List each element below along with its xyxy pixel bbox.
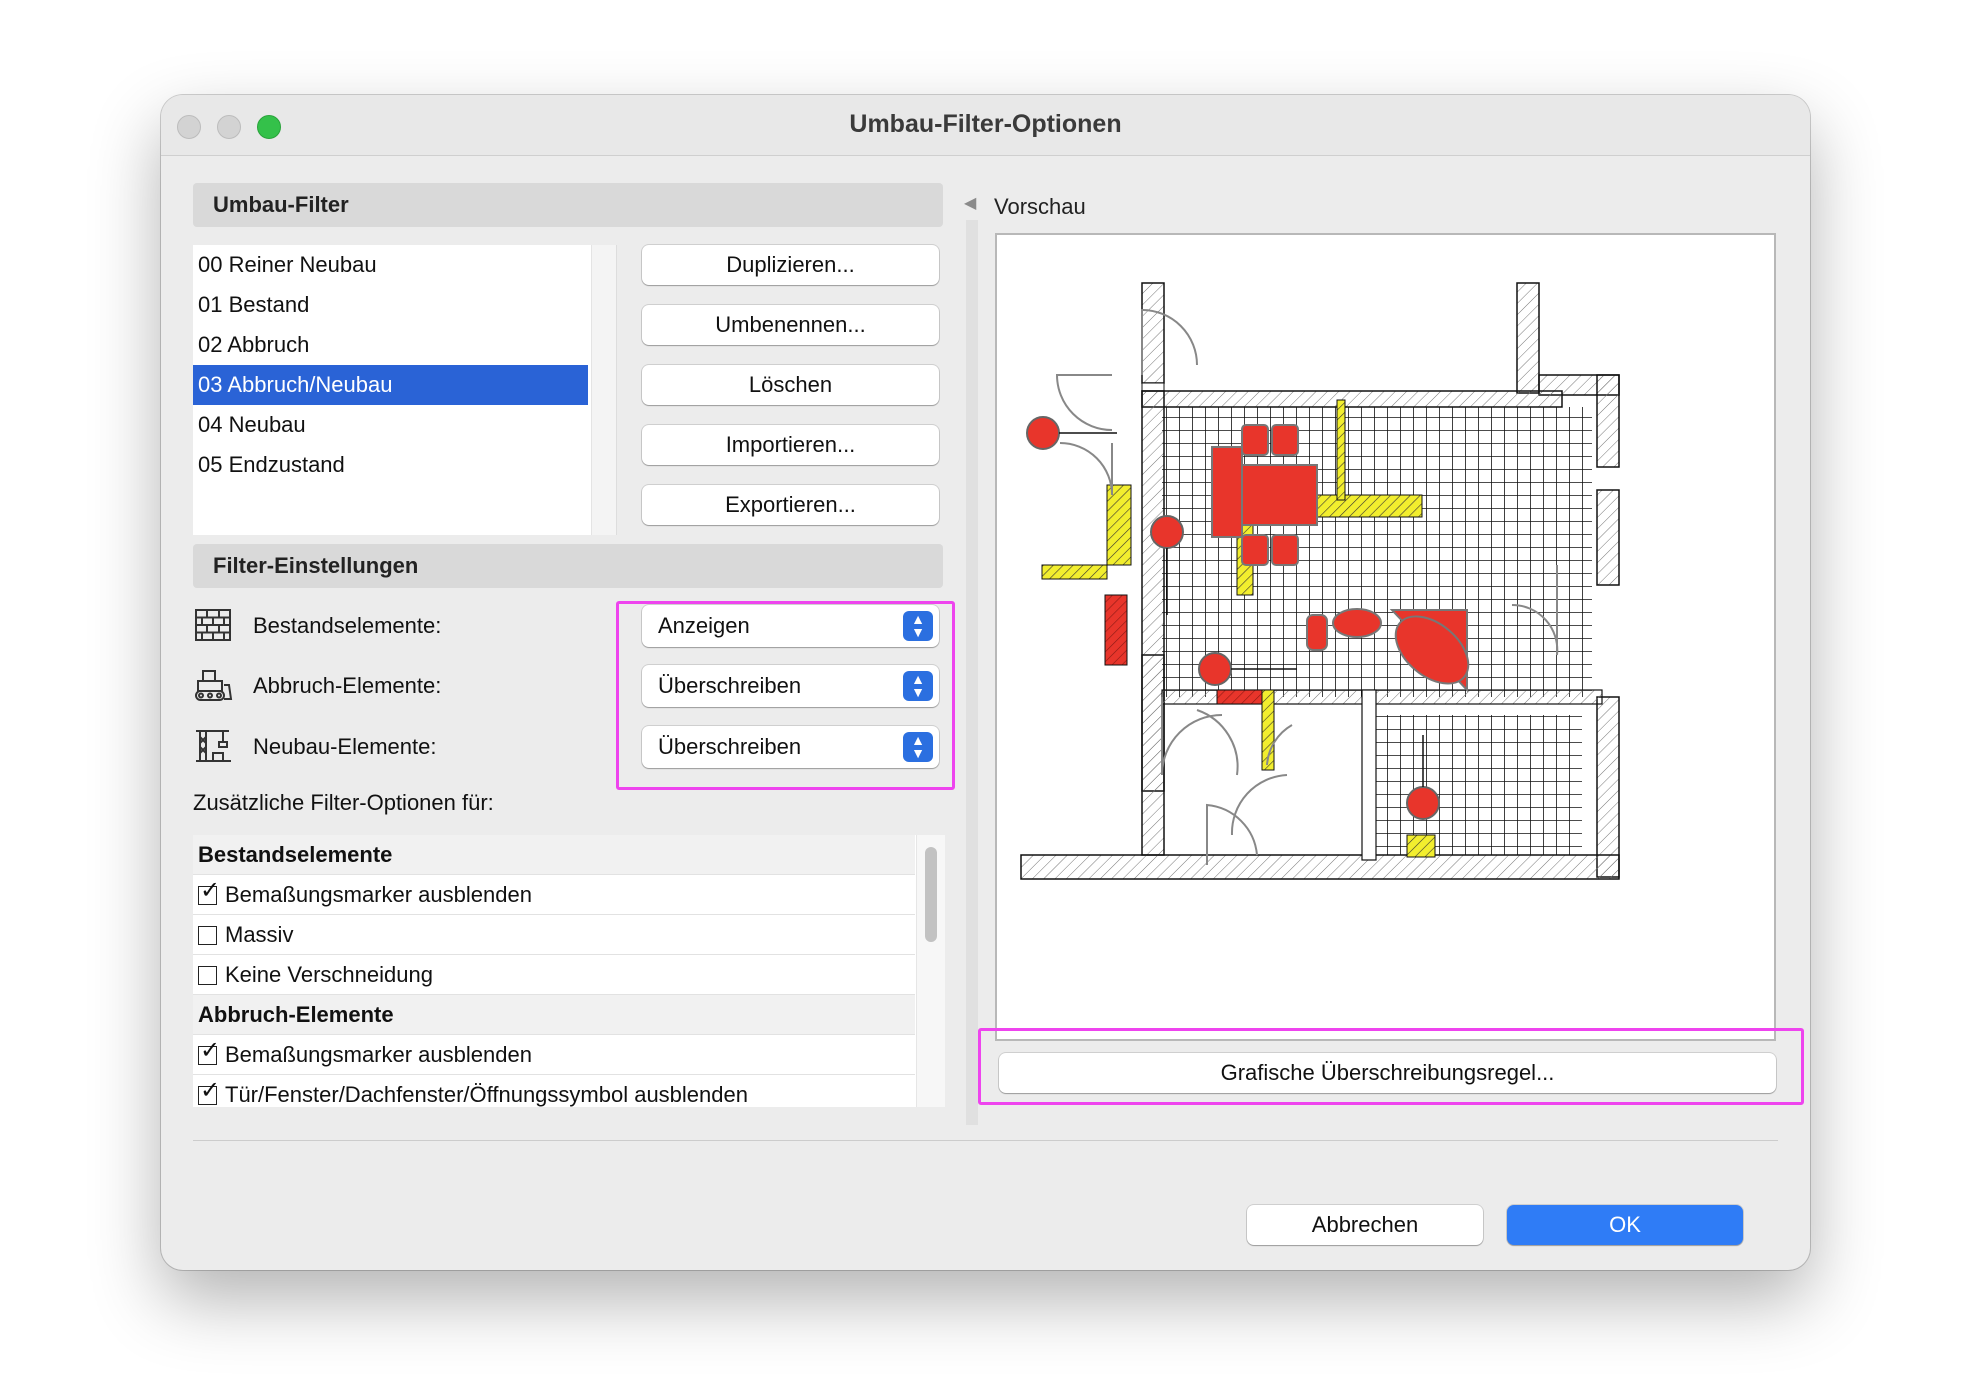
- bestandselemente-label: Bestandselemente:: [253, 613, 442, 638]
- checkbox-checked[interactable]: ✓: [198, 1037, 220, 1065]
- preview-label: Vorschau: [994, 194, 1086, 219]
- option-bestand-keine-verschneidung[interactable]: Keine Verschneidung: [193, 955, 915, 995]
- selects-highlight-frame: [616, 601, 955, 790]
- list-scrollbar[interactable]: [591, 245, 616, 535]
- duplicate-button[interactable]: Duplizieren...: [642, 245, 939, 285]
- list-item[interactable]: 00 Reiner Neubau: [193, 245, 588, 285]
- collapse-triangle-icon[interactable]: ◀: [964, 193, 976, 213]
- option-abbruch-oeffnungssymbol[interactable]: ✓ Tür/Fenster/Dachfenster/Öffnungssymbol…: [193, 1075, 915, 1107]
- export-button[interactable]: Exportieren...: [642, 485, 939, 525]
- checkbox-checked[interactable]: ✓: [198, 877, 220, 905]
- list-item[interactable]: 04 Neubau: [193, 405, 588, 445]
- abbruch-elemente-label: Abbruch-Elemente:: [253, 673, 442, 698]
- bulldozer-icon: [195, 670, 233, 701]
- checkbox-unchecked[interactable]: [198, 966, 217, 985]
- list-item[interactable]: 01 Bestand: [193, 285, 588, 325]
- group-header-bestandselemente: Bestandselemente: [193, 835, 915, 875]
- group-header-abbruch-elemente: Abbruch-Elemente: [193, 995, 915, 1035]
- list-item-selected[interactable]: 03 Abbruch/Neubau: [193, 365, 588, 405]
- options-scrollbar[interactable]: [916, 835, 945, 1107]
- list-item[interactable]: 02 Abbruch: [193, 325, 588, 365]
- additional-options-label: Zusätzliche Filter-Optionen für:: [193, 790, 494, 815]
- options-list[interactable]: Bestandselemente ✓ Bemaßungsmarker ausbl…: [193, 835, 945, 1107]
- option-bestand-massiv[interactable]: Massiv: [193, 915, 915, 955]
- ok-button[interactable]: OK: [1507, 1205, 1743, 1245]
- crane-icon: [196, 730, 231, 762]
- delete-button[interactable]: Löschen: [642, 365, 939, 405]
- window-title: Umbau-Filter-Optionen: [849, 110, 1122, 138]
- dialog-window: Umbau-Filter-Optionen Umbau-Filter 00 Re…: [161, 95, 1810, 1270]
- titlebar: Umbau-Filter-Optionen: [161, 95, 1810, 156]
- option-bestand-bemassungsmarker[interactable]: ✓ Bemaßungsmarker ausblenden: [193, 875, 915, 915]
- section-header-umbau-filter: Umbau-Filter: [193, 183, 943, 227]
- footer-divider: [193, 1140, 1778, 1141]
- option-abbruch-bemassungsmarker[interactable]: ✓ Bemaßungsmarker ausblenden: [193, 1035, 915, 1075]
- rename-button[interactable]: Umbenennen...: [642, 305, 939, 345]
- filter-list[interactable]: 00 Reiner Neubau 01 Bestand 02 Abbruch 0…: [193, 245, 617, 535]
- section-header-filter-einstellungen: Filter-Einstellungen: [193, 544, 943, 588]
- options-scrollbar-thumb[interactable]: [925, 847, 937, 942]
- cancel-button[interactable]: Abbrechen: [1247, 1205, 1483, 1245]
- checkbox-checked[interactable]: ✓: [198, 1077, 220, 1105]
- pane-splitter[interactable]: [966, 220, 978, 1125]
- neubau-elemente-label: Neubau-Elemente:: [253, 734, 437, 759]
- checkbox-unchecked[interactable]: [198, 926, 217, 945]
- list-item[interactable]: 05 Endzustand: [193, 445, 588, 485]
- preview-canvas: [995, 233, 1776, 1041]
- floor-plan-drawing: [1020, 282, 1620, 880]
- import-button[interactable]: Importieren...: [642, 425, 939, 465]
- brick-wall-icon: [195, 609, 231, 641]
- override-button-highlight-frame: [978, 1028, 1804, 1105]
